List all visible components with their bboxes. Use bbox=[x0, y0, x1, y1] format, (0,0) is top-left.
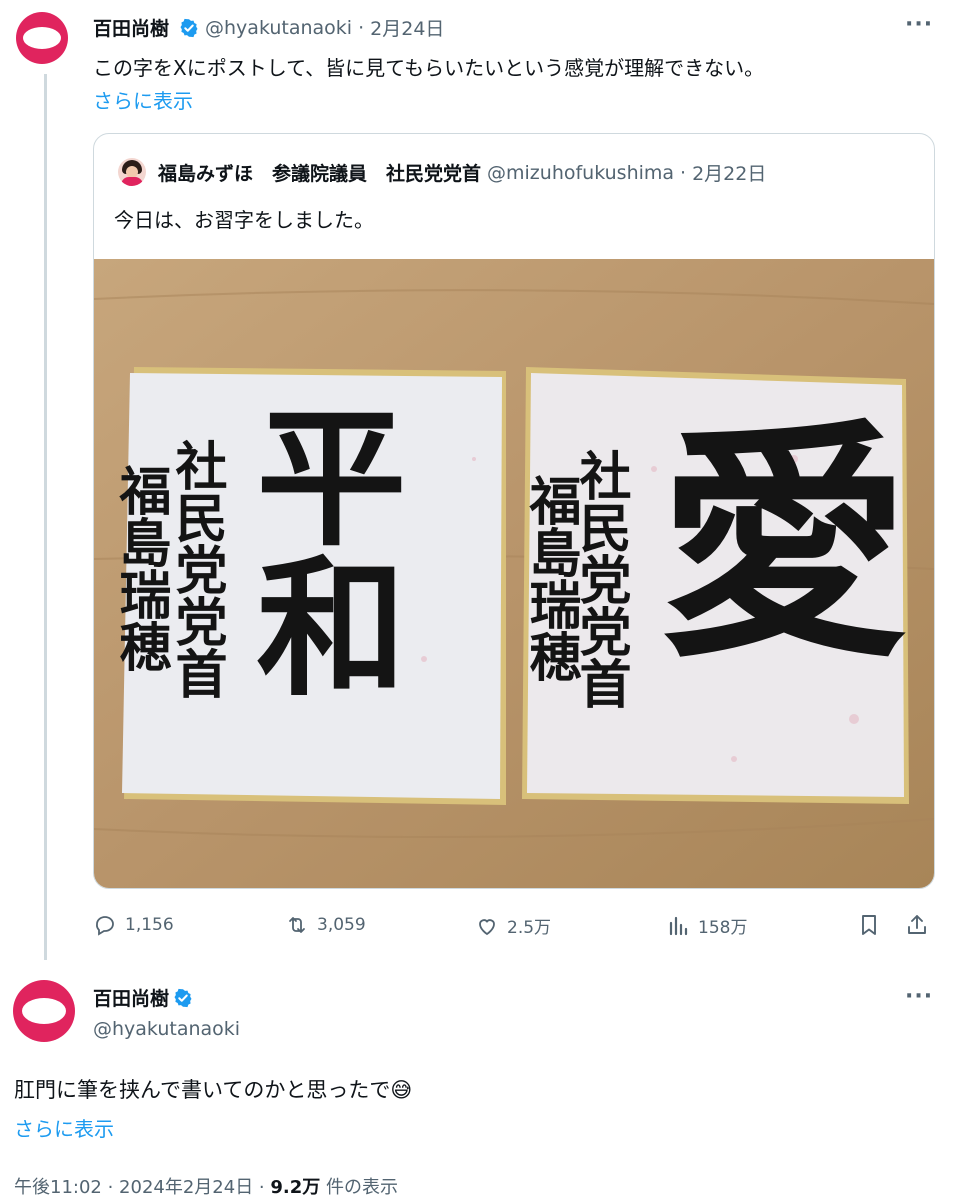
separator: · bbox=[358, 16, 365, 39]
separator: · bbox=[680, 161, 687, 184]
calligraphy-small-left-2: 福島瑞穂 bbox=[110, 464, 171, 672]
repost-button[interactable]: 3,059 bbox=[285, 913, 366, 937]
post-date[interactable]: 2月24日 bbox=[370, 14, 444, 41]
repost-icon bbox=[289, 917, 305, 933]
analytics-icon bbox=[669, 916, 688, 935]
avatar[interactable] bbox=[16, 12, 68, 64]
like-count: 2.5万 bbox=[507, 918, 552, 938]
quoted-avatar[interactable] bbox=[118, 158, 146, 186]
reply-button[interactable]: 1,156 bbox=[93, 913, 174, 937]
reply-icon bbox=[96, 916, 114, 936]
quoted-display-name[interactable]: 福島みずほ 参議院議員 社民党党首 bbox=[158, 159, 481, 186]
avatar[interactable] bbox=[13, 980, 75, 1042]
quoted-user-handle[interactable]: @mizuhofukushima bbox=[487, 162, 674, 184]
thread-connector-line bbox=[44, 74, 47, 960]
view-label: 件の表示 bbox=[320, 1177, 398, 1198]
verified-badge-icon bbox=[180, 18, 198, 37]
heart-icon bbox=[479, 918, 495, 935]
calligraphy-small-right-1: 社民党党首 bbox=[570, 449, 631, 709]
view-count: 158万 bbox=[698, 918, 748, 938]
tweet2-header: 百田尚樹 bbox=[93, 984, 193, 1011]
display-name[interactable]: 百田尚樹 bbox=[93, 14, 169, 41]
tweet2-text-row: 肛門に筆を挟んで書いてのかと思ったで😅 bbox=[14, 1074, 412, 1104]
bookmark-icon bbox=[862, 915, 876, 935]
user-handle[interactable]: @hyakutanaoki bbox=[205, 17, 352, 39]
more-options-icon[interactable]: ··· bbox=[905, 984, 933, 1009]
calligraphy-big-left: 平和 bbox=[231, 399, 407, 699]
bookmark-button[interactable] bbox=[857, 913, 881, 941]
tweet-text: 肛門に筆を挟んで書いてのかと思ったで bbox=[14, 1078, 391, 1102]
calligraphy-photo[interactable]: 平和 社民党党首 福島瑞穂 愛 社民党党首 福島瑞穂 bbox=[94, 259, 934, 888]
view-count-total: 9.2万 bbox=[270, 1177, 321, 1198]
verified-badge-icon bbox=[174, 988, 192, 1007]
share-button[interactable] bbox=[905, 913, 929, 941]
reply-count: 1,156 bbox=[125, 915, 174, 935]
more-options-icon[interactable]: ··· bbox=[905, 12, 933, 37]
post-metadata: 午後11:02 · 2024年2月24日 · 9.2万 件の表示 bbox=[14, 1173, 398, 1199]
show-more-link[interactable]: さらに表示 bbox=[14, 1113, 114, 1142]
quoted-post-date[interactable]: 2月22日 bbox=[692, 159, 766, 186]
user-handle[interactable]: @hyakutanaoki bbox=[93, 1018, 240, 1040]
tweet-text: この字をXにポストして、皆に見てもらいたいという感覚が理解できない。 bbox=[93, 56, 765, 80]
tweet1-header: 百田尚樹 @hyakutanaoki · 2月24日 bbox=[93, 14, 444, 41]
calligraphy-small-right-2: 福島瑞穂 bbox=[520, 474, 581, 682]
quoted-tweet-card[interactable]: 福島みずほ 参議院議員 社民党党首 @mizuhofukushima · 2月2… bbox=[93, 133, 935, 889]
views-button[interactable]: 158万 bbox=[666, 913, 747, 938]
repost-count: 3,059 bbox=[317, 915, 366, 935]
calligraphy-small-left-1: 社民党党首 bbox=[166, 439, 227, 699]
display-name[interactable]: 百田尚樹 bbox=[93, 984, 169, 1011]
quoted-header: 福島みずほ 参議院議員 社民党党首 @mizuhofukushima · 2月2… bbox=[158, 159, 766, 186]
calligraphy-big-right: 愛 bbox=[659, 397, 909, 691]
sweat-smile-emoji-icon: 😅 bbox=[390, 1078, 413, 1102]
like-button[interactable]: 2.5万 bbox=[475, 913, 551, 938]
share-icon bbox=[908, 915, 926, 934]
show-more-link[interactable]: さらに表示 bbox=[93, 85, 193, 114]
post-timestamp[interactable]: 午後11:02 · 2024年2月24日 · bbox=[14, 1177, 270, 1198]
quoted-tweet-text: 今日は、お習字をしました。 bbox=[114, 208, 374, 232]
